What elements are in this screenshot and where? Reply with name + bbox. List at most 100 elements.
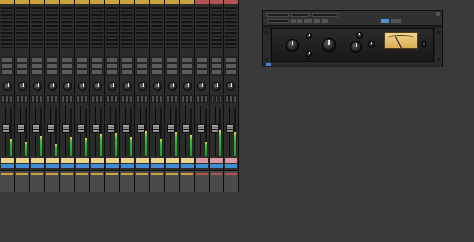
mute-button[interactable]: [218, 95, 222, 103]
insert-slot[interactable]: [76, 9, 88, 13]
attack-knob[interactable]: [306, 33, 312, 39]
track-name-box[interactable]: [180, 158, 194, 163]
track-name-box[interactable]: [165, 158, 179, 163]
input-knob[interactable]: [286, 39, 299, 52]
track-name-box[interactable]: [150, 158, 164, 163]
insert-slot[interactable]: [46, 23, 58, 27]
insert-slot[interactable]: [16, 38, 28, 41]
automation-selector[interactable]: [92, 70, 102, 74]
insert-slot[interactable]: [31, 45, 43, 49]
insert-slot[interactable]: [31, 9, 43, 13]
automation-selector[interactable]: [137, 70, 147, 74]
solo-button[interactable]: [214, 95, 218, 103]
insert-slot[interactable]: [106, 6, 118, 9]
track-comments-box[interactable]: [45, 164, 59, 168]
track-comments-box[interactable]: [150, 164, 164, 168]
insert-slot[interactable]: [210, 6, 222, 9]
insert-slot[interactable]: [210, 20, 222, 23]
volume-fader[interactable]: [16, 124, 25, 134]
volume-fader[interactable]: [136, 124, 145, 134]
record-button[interactable]: [31, 95, 35, 103]
output-selector[interactable]: [17, 64, 27, 68]
insert-slot[interactable]: [1, 23, 13, 27]
insert-slot[interactable]: [46, 34, 58, 38]
output-selector[interactable]: [122, 64, 132, 68]
insert-slot[interactable]: [91, 41, 103, 45]
insert-slot[interactable]: [225, 16, 237, 20]
insert-slot[interactable]: [196, 27, 208, 31]
automation-selector[interactable]: [182, 70, 192, 74]
pan-knob[interactable]: [77, 81, 87, 91]
insert-slot[interactable]: [151, 34, 163, 38]
insert-slot[interactable]: [225, 20, 237, 23]
insert-slot[interactable]: [1, 13, 13, 16]
input-selector[interactable]: [77, 58, 87, 62]
insert-slot[interactable]: [1, 6, 13, 9]
insert-slot[interactable]: [61, 20, 73, 23]
insert-slot[interactable]: [181, 6, 193, 9]
output-selector[interactable]: [182, 64, 192, 68]
input-selector[interactable]: [47, 58, 57, 62]
insert-slot[interactable]: [91, 9, 103, 13]
mute-button[interactable]: [24, 95, 29, 103]
insert-slot[interactable]: [181, 34, 193, 38]
track-name-box[interactable]: [120, 158, 134, 163]
safe-button[interactable]: [322, 19, 328, 23]
insert-slot[interactable]: [196, 20, 208, 23]
insert-slot[interactable]: [121, 16, 133, 20]
track-comments-box[interactable]: [0, 164, 14, 168]
insert-slot[interactable]: [166, 45, 178, 49]
insert-slot[interactable]: [16, 20, 28, 23]
insert-slot[interactable]: [91, 23, 103, 27]
output-selector[interactable]: [2, 64, 12, 68]
track-name-box[interactable]: [195, 158, 208, 163]
output-knob[interactable]: [322, 38, 336, 52]
insert-slot[interactable]: [31, 38, 43, 41]
automation-selector[interactable]: [167, 70, 177, 74]
meter-selector-knob[interactable]: [350, 41, 362, 53]
preset-selector[interactable]: [267, 19, 289, 23]
insert-slot[interactable]: [46, 6, 58, 9]
insert-slot[interactable]: [61, 6, 73, 9]
insert-slot[interactable]: [106, 31, 118, 34]
insert-slot[interactable]: [76, 20, 88, 23]
record-button[interactable]: [136, 95, 140, 103]
solo-button[interactable]: [170, 95, 174, 103]
insert-slot[interactable]: [136, 45, 148, 49]
track-comments-box[interactable]: [180, 164, 194, 168]
insert-slot[interactable]: [106, 41, 118, 45]
pan-knob[interactable]: [32, 81, 42, 91]
insert-slot[interactable]: [210, 38, 222, 41]
insert-slot[interactable]: [166, 23, 178, 27]
insert-slot[interactable]: [76, 45, 88, 49]
insert-slot[interactable]: [225, 9, 237, 13]
insert-slot[interactable]: [46, 27, 58, 31]
insert-slot[interactable]: [61, 45, 73, 49]
insert-slot[interactable]: [46, 38, 58, 41]
insert-slot[interactable]: [76, 41, 88, 45]
insert-slot[interactable]: [136, 9, 148, 13]
insert-slot[interactable]: [210, 34, 222, 38]
track-name-box[interactable]: [75, 158, 89, 163]
record-button[interactable]: [151, 95, 155, 103]
solo-button[interactable]: [155, 95, 159, 103]
mute-button[interactable]: [69, 95, 74, 103]
automation-selector[interactable]: [17, 70, 27, 74]
insert-slot[interactable]: [91, 31, 103, 34]
insert-slot[interactable]: [166, 41, 178, 45]
pan-knob[interactable]: [62, 81, 72, 91]
input-selector[interactable]: [167, 58, 177, 62]
insert-slot[interactable]: [61, 41, 73, 45]
insert-slot[interactable]: [46, 31, 58, 34]
solo-button[interactable]: [65, 95, 69, 103]
record-button[interactable]: [46, 95, 50, 103]
power-switch[interactable]: [422, 41, 426, 47]
insert-slot[interactable]: [166, 6, 178, 9]
pan-knob[interactable]: [211, 81, 221, 91]
insert-slot[interactable]: [181, 31, 193, 34]
insert-slot[interactable]: [210, 41, 222, 45]
insert-slot[interactable]: [61, 23, 73, 27]
insert-slot[interactable]: [76, 6, 88, 9]
insert-slot[interactable]: [91, 45, 103, 49]
track-name-box[interactable]: [90, 158, 104, 163]
